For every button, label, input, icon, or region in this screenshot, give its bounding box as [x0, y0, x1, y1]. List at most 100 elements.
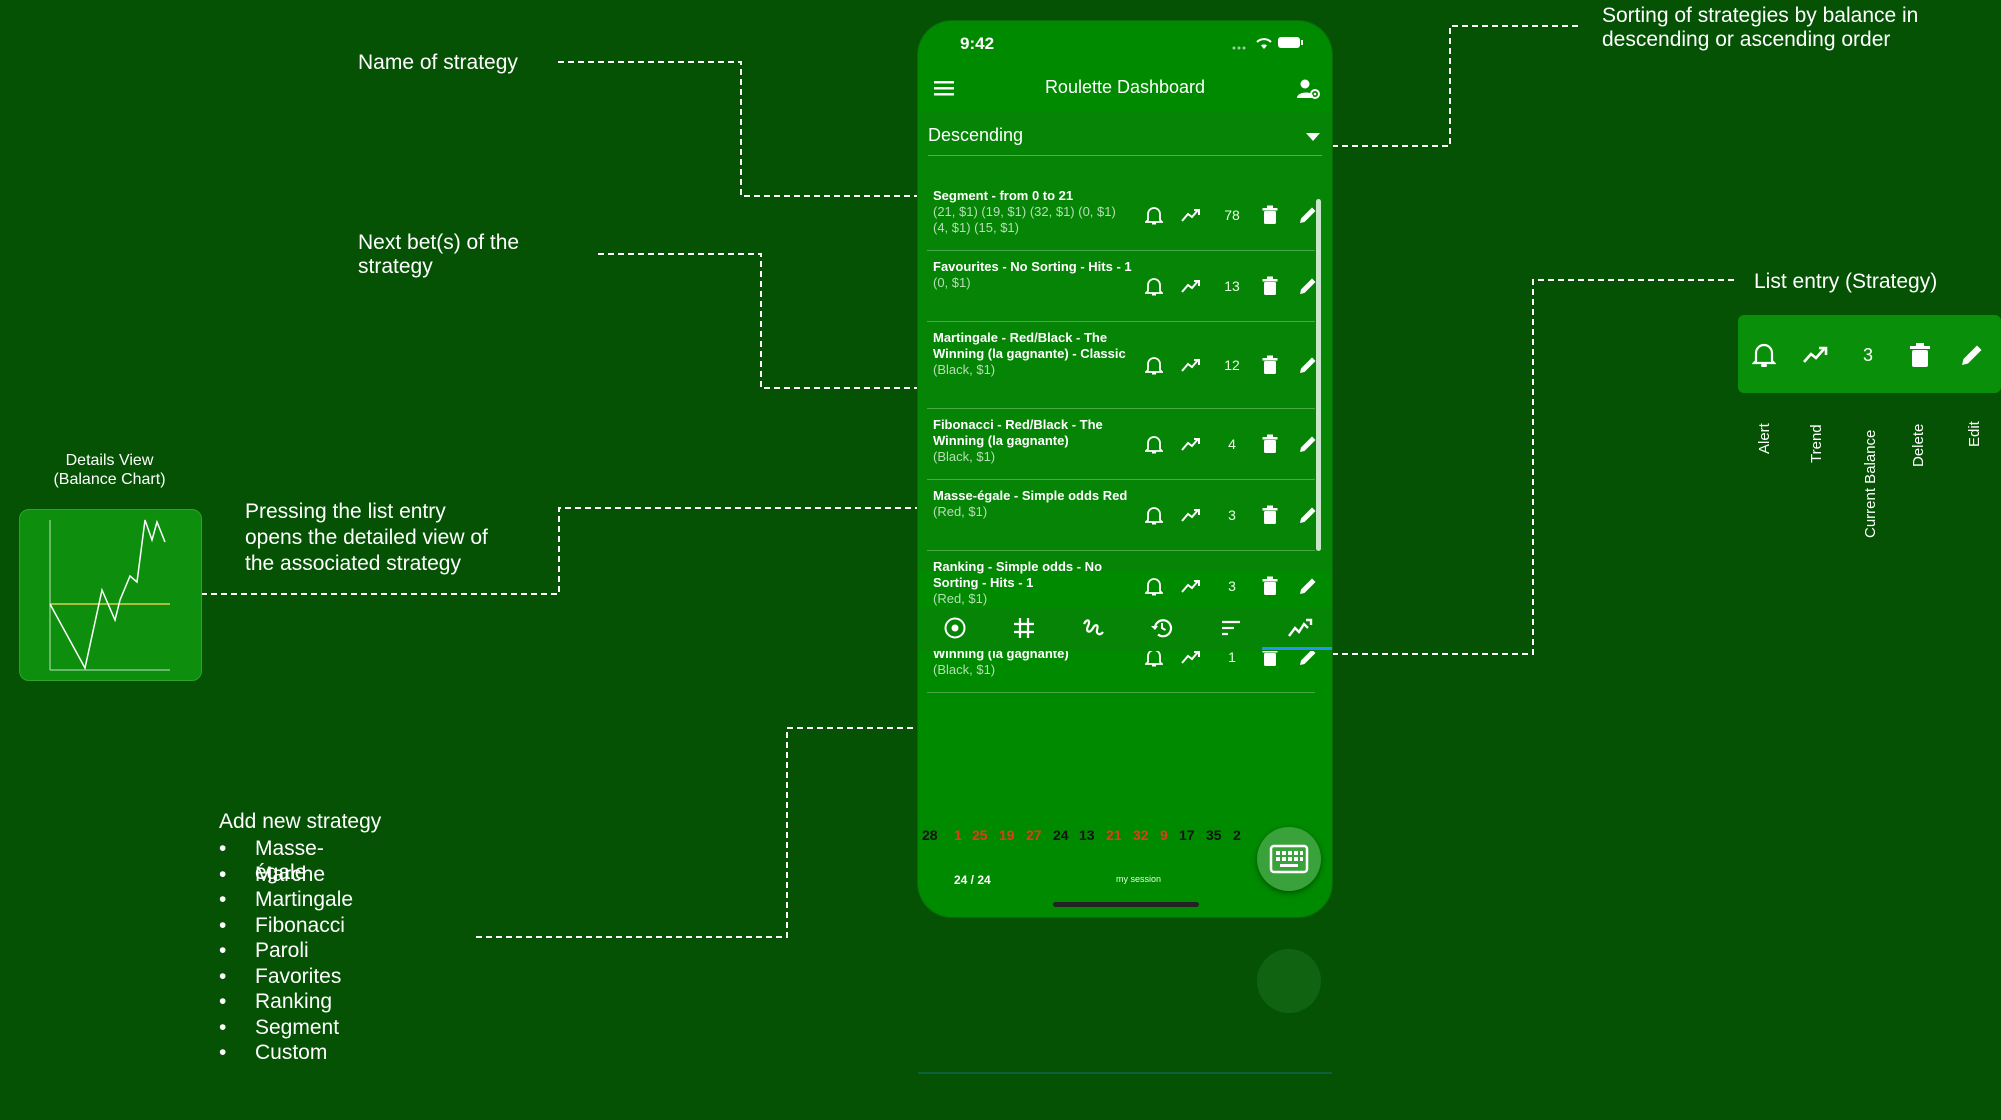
- strategy-type-label: Custom: [255, 1041, 328, 1064]
- annotation-details-view: Details View (Balance Chart): [19, 451, 200, 489]
- annotation-pressing-entry: Pressing the list entry opens the detail…: [245, 499, 488, 577]
- recent-number: 17: [1179, 827, 1195, 843]
- strategy-list-item[interactable]: Fibonacci - Red/Black - The Winning (la …: [927, 409, 1316, 480]
- strategy-type-label: Marche: [255, 862, 326, 886]
- pencil-icon[interactable]: [1295, 202, 1321, 228]
- trend-icon[interactable]: [1179, 352, 1205, 378]
- sort-icon[interactable]: [1216, 613, 1246, 643]
- alert-bell-icon[interactable]: [1141, 273, 1167, 299]
- annotation-sorting: Sorting of strategies by balance in desc…: [1602, 4, 1918, 52]
- recent-number: 32: [1133, 827, 1149, 843]
- pencil-icon[interactable]: [1295, 431, 1321, 457]
- trend-icon[interactable]: [1179, 202, 1205, 228]
- current-balance: 13: [1224, 278, 1240, 294]
- annotation-list-entry: List entry (Strategy): [1754, 270, 1938, 293]
- user-settings-icon[interactable]: [1296, 77, 1322, 101]
- history-icon[interactable]: [1147, 613, 1177, 643]
- trash-icon[interactable]: [1257, 273, 1283, 299]
- strategy-next-bets: (Black, $1): [933, 362, 996, 377]
- strategy-name: Ranking - Simple odds - No Sorting - Hit…: [933, 559, 1103, 590]
- strategy-type-label: Martingale: [255, 888, 354, 911]
- strategy-actions: 78: [1137, 180, 1316, 250]
- strategy-type-label: Favorites: [255, 964, 342, 988]
- alert-bell-icon[interactable]: [1141, 502, 1167, 528]
- strategy-list-item[interactable]: Masse-égale - Simple odds Red (Red, $1) 3: [927, 480, 1316, 551]
- status-time: 9:42: [960, 34, 995, 53]
- strategy-text: Masse-égale - Simple odds Red (Red, $1): [933, 488, 1133, 520]
- strategy-list-item[interactable]: Martingale - Red/Black - The Winning (la…: [927, 322, 1316, 409]
- pencil-icon[interactable]: [1295, 502, 1321, 528]
- keyboard-icon: [1269, 844, 1309, 874]
- strategy-next-bets: (Black, $1): [933, 662, 996, 677]
- annotation-next-bets: Next bet(s) of the strategy: [358, 231, 519, 279]
- strategy-actions: 13: [1137, 251, 1316, 321]
- trend-icon[interactable]: [1179, 502, 1205, 528]
- trash-icon[interactable]: [1257, 502, 1283, 528]
- trend-icon[interactable]: [1179, 273, 1205, 299]
- annotation-sorting-line1: Sorting of strategies by balance in: [1602, 4, 1919, 27]
- annotation-details-view-line2: (Balance Chart): [53, 471, 166, 488]
- grid-icon[interactable]: [1009, 613, 1039, 643]
- trash-icon: [1906, 341, 1934, 369]
- trend-icon[interactable]: [1179, 573, 1205, 599]
- pencil-icon[interactable]: [1295, 573, 1321, 599]
- alert-bell-icon: [1750, 341, 1778, 369]
- strategy-type-label: Fibonacci: [255, 913, 345, 937]
- current-balance: 3: [1228, 578, 1236, 594]
- status-bar: 9:42: [918, 21, 1332, 67]
- annotation-pressing-line1: Pressing the list entry: [245, 500, 446, 523]
- strategy-list-panel: Descending Segment - from 0 to 21 (21, $1…: [918, 111, 1332, 693]
- trash-icon[interactable]: [1257, 352, 1283, 378]
- annotation-details-view-line1: Details View: [65, 452, 154, 469]
- alert-bell-icon[interactable]: [1141, 202, 1167, 228]
- details-view-balance-chart[interactable]: [19, 509, 202, 681]
- annotation-sorting-line2: descending or ascending order: [1602, 28, 1891, 51]
- legend-label-alert: Alert: [1756, 423, 1773, 454]
- recent-number: 24: [1053, 827, 1069, 843]
- reflection-tab-line: [918, 1072, 1332, 1074]
- strategy-actions: 12: [1137, 322, 1316, 408]
- annotation-add-new-strategy: Add new strategy: [219, 810, 382, 833]
- trend-icon: [1802, 341, 1830, 369]
- trash-icon[interactable]: [1257, 573, 1283, 599]
- session-name: my session: [1116, 874, 1162, 884]
- home-indicator: [1053, 902, 1199, 907]
- alert-bell-icon[interactable]: [1141, 573, 1167, 599]
- alert-bell-icon[interactable]: [1141, 352, 1167, 378]
- sort-order-select[interactable]: Descending: [928, 125, 1322, 156]
- alert-bell-icon[interactable]: [1141, 431, 1167, 457]
- strategy-name: Favourites - No Sorting - Hits - 1: [933, 259, 1132, 274]
- recent-number: 28: [922, 827, 938, 843]
- legend-label-delete: Delete: [1910, 423, 1927, 467]
- strategy-name: Segment - from 0 to 21: [933, 188, 1074, 203]
- phone-screen: 9:42 Roulette Dashboard Descending Segme…: [918, 21, 1332, 917]
- legend-label-edit: Edit: [1966, 421, 1983, 447]
- strategy-text: Segment - from 0 to 21 (21, $1) (19, $1) …: [933, 188, 1133, 236]
- trend-icon[interactable]: [1179, 431, 1205, 457]
- signal-icon: [1232, 46, 1246, 50]
- annotation-next-bets-line2: strategy: [358, 255, 433, 278]
- wifi-icon: [1256, 38, 1272, 49]
- chevron-down-icon: [1306, 133, 1320, 141]
- current-balance: 3: [1228, 507, 1236, 523]
- strategy-name: Fibonacci - Red/Black - The Winning (la …: [933, 417, 1103, 448]
- recent-number: 13: [1079, 827, 1095, 843]
- strategy-list-item[interactable]: Segment - from 0 to 21 (21, $1) (19, $1) …: [927, 180, 1316, 251]
- recent-number: 21: [1106, 827, 1122, 843]
- strategy-name: Martingale - Red/Black - The Winning (la…: [933, 330, 1126, 361]
- strategy-list-item[interactable]: Favourites - No Sorting - Hits - 1 (0, $1…: [927, 251, 1316, 322]
- strategy-next-bets: (0, $1): [933, 275, 971, 290]
- trash-icon[interactable]: [1257, 202, 1283, 228]
- recent-number: 1: [954, 827, 962, 843]
- roulette-wheel-icon[interactable]: [940, 613, 970, 643]
- keyboard-button[interactable]: [1257, 827, 1321, 891]
- list-entry-legend: 3: [1738, 315, 2001, 393]
- trash-icon[interactable]: [1257, 431, 1283, 457]
- pencil-icon[interactable]: [1295, 352, 1321, 378]
- pencil-icon[interactable]: [1295, 273, 1321, 299]
- trend-chart-icon[interactable]: [1285, 613, 1315, 643]
- spin-count: 24 / 24: [954, 873, 991, 887]
- strategy-next-bets: (Red, $1): [933, 591, 988, 606]
- draw-icon[interactable]: [1078, 613, 1108, 643]
- strategy-actions: 3: [1137, 480, 1316, 550]
